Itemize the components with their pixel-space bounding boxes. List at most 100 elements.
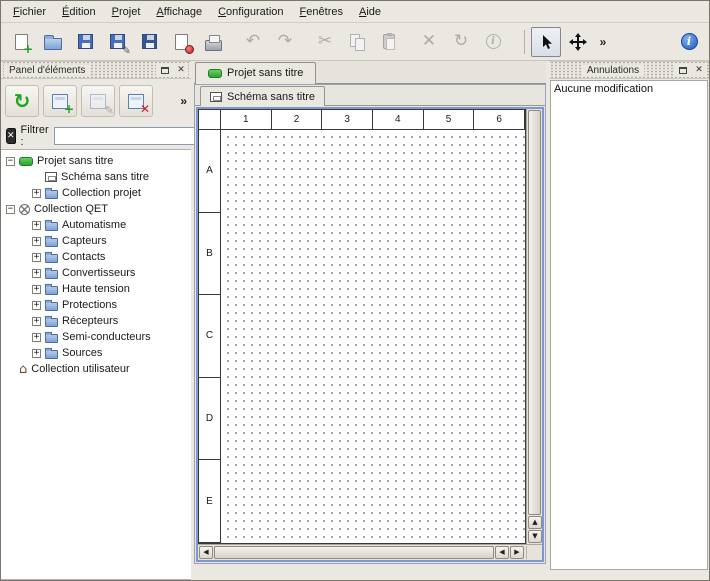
tree-item-projet-sans-titre[interactable]: Projet sans titre: [1, 153, 191, 169]
scroll-up-button[interactable]: ▲: [528, 516, 542, 529]
horizontal-scrollbar-thumb[interactable]: [214, 546, 494, 559]
edit-element-button[interactable]: ✎: [81, 85, 115, 117]
toolbar-overflow-button[interactable]: »: [595, 27, 611, 57]
expand-icon[interactable]: [32, 301, 41, 310]
edit-element-icon: [90, 94, 106, 109]
save-button[interactable]: [70, 27, 100, 57]
close-dock-button[interactable]: ✕: [692, 63, 706, 77]
tree-item-collection-utilisateur[interactable]: ⌂ Collection utilisateur: [1, 361, 191, 377]
reload-collections-button[interactable]: ↻: [5, 85, 39, 117]
expand-icon[interactable]: [32, 253, 41, 262]
scroll-right-button[interactable]: ▶: [510, 546, 524, 559]
tree-item-automatisme[interactable]: Automatisme: [1, 217, 191, 233]
tab-label: Projet sans titre: [227, 67, 303, 79]
open-file-button[interactable]: [38, 27, 68, 57]
folder-icon: [45, 222, 58, 231]
delete-element-button[interactable]: ✕: [119, 85, 153, 117]
tree-item-haute-tension[interactable]: Haute tension: [1, 281, 191, 297]
float-dock-button[interactable]: [676, 63, 690, 77]
filter-input[interactable]: [54, 127, 204, 145]
undo-history-list[interactable]: Aucune modification: [550, 80, 708, 570]
folder-icon: [45, 238, 58, 247]
cut-button[interactable]: ✂: [310, 27, 340, 57]
copy-button[interactable]: [342, 27, 372, 57]
vertical-scrollbar[interactable]: ▲ ▼: [526, 109, 542, 544]
row-header: D: [199, 378, 221, 461]
paste-button[interactable]: [374, 27, 404, 57]
expand-icon[interactable]: [32, 317, 41, 326]
close-icon: ✕: [695, 65, 703, 75]
tree-item-collection-qet[interactable]: Collection QET: [1, 201, 191, 217]
menu-edition[interactable]: Édition: [54, 3, 104, 21]
menu-aide[interactable]: Aide: [351, 3, 389, 21]
delete-button[interactable]: ✕: [414, 27, 444, 57]
tree-item-schema-sans-titre[interactable]: Schéma sans titre: [1, 169, 191, 185]
new-file-button[interactable]: +: [6, 27, 36, 57]
undo-dock-titlebar[interactable]: Annulations ✕: [549, 61, 709, 79]
vertical-scrollbar-thumb[interactable]: [528, 110, 541, 515]
close-dock-button[interactable]: ✕: [174, 63, 188, 77]
toolbar-separator: [524, 30, 525, 54]
collapse-icon[interactable]: [6, 205, 15, 214]
rotate-button[interactable]: ↻: [446, 27, 476, 57]
new-element-button[interactable]: +: [43, 85, 77, 117]
diagram-canvas[interactable]: [221, 130, 525, 543]
save-as-button[interactable]: ✎: [102, 27, 132, 57]
tree-item-contacts[interactable]: Contacts: [1, 249, 191, 265]
undo-button[interactable]: ↶: [238, 27, 268, 57]
tree-item-collection-projet[interactable]: Collection projet: [1, 185, 191, 201]
expand-icon[interactable]: [32, 269, 41, 278]
menu-fichier[interactable]: Fichier: [5, 3, 54, 21]
scroll-left-button[interactable]: ◀: [199, 546, 213, 559]
scroll-down-button[interactable]: ▼: [528, 530, 542, 543]
panel-overflow-button[interactable]: »: [180, 94, 187, 108]
menu-configuration[interactable]: Configuration: [210, 3, 291, 21]
folder-icon: [45, 190, 58, 199]
tree-item-capteurs[interactable]: Capteurs: [1, 233, 191, 249]
expand-icon[interactable]: [32, 221, 41, 230]
collapse-icon[interactable]: [6, 157, 15, 166]
save-all-button[interactable]: [134, 27, 164, 57]
tree-item-recepteurs[interactable]: Récepteurs: [1, 313, 191, 329]
close-icon: ✕: [177, 65, 185, 75]
menu-fenetres[interactable]: Fenêtres: [292, 3, 351, 21]
expand-icon[interactable]: [32, 349, 41, 358]
diagram-sheet: 1 2 3 4 5 6 A B C D E: [198, 109, 526, 544]
float-dock-button[interactable]: [158, 63, 172, 77]
tree-item-convertisseurs[interactable]: Convertisseurs: [1, 265, 191, 281]
tree-item-protections[interactable]: Protections: [1, 297, 191, 313]
expand-icon[interactable]: [32, 189, 41, 198]
arrow-left-icon: ◀: [499, 549, 504, 556]
element-info-button[interactable]: i: [478, 27, 508, 57]
scroll-left-end-button[interactable]: ◀: [495, 546, 509, 559]
info-icon: i: [486, 34, 501, 49]
close-file-button[interactable]: [166, 27, 196, 57]
tree-item-semi-conducteurs[interactable]: Semi-conducteurs: [1, 329, 191, 345]
menu-affichage[interactable]: Affichage: [148, 3, 210, 21]
expand-icon[interactable]: [32, 237, 41, 246]
about-button[interactable]: i: [674, 27, 704, 57]
elements-panel-dock: Panel d'éléments ✕ ↻ + ✎ ✕ » ✕ Filtrer :: [1, 61, 191, 580]
scrollbar-corner: [526, 546, 541, 559]
tab-schema-sans-titre[interactable]: Schéma sans titre: [200, 86, 325, 106]
elements-panel-titlebar[interactable]: Panel d'éléments ✕: [1, 61, 191, 79]
tree-item-sources[interactable]: Sources: [1, 345, 191, 361]
horizontal-scrollbar[interactable]: ◀ ◀ ▶: [198, 544, 542, 560]
elements-tree: Projet sans titre Schéma sans titre Coll…: [1, 149, 191, 580]
qet-collection-icon: [19, 204, 30, 215]
print-button[interactable]: [198, 27, 228, 57]
project-window: Schéma sans titre 1 2 3 4 5 6 A: [194, 84, 546, 564]
move-tool-button[interactable]: [563, 27, 593, 57]
cut-icon: ✂: [318, 33, 332, 50]
menu-projet[interactable]: Projet: [104, 3, 149, 21]
expand-icon[interactable]: [32, 333, 41, 342]
close-badge-icon: [185, 45, 194, 54]
filter-row: ✕ Filtrer :: [1, 123, 191, 149]
redo-button[interactable]: ↷: [270, 27, 300, 57]
select-tool-button[interactable]: [531, 27, 561, 57]
undo-empty-row[interactable]: Aucune modification: [554, 83, 704, 95]
clear-filter-button[interactable]: ✕: [6, 128, 16, 144]
redo-icon: ↷: [278, 33, 292, 50]
tab-projet-sans-titre[interactable]: Projet sans titre: [195, 62, 316, 84]
expand-icon[interactable]: [32, 285, 41, 294]
